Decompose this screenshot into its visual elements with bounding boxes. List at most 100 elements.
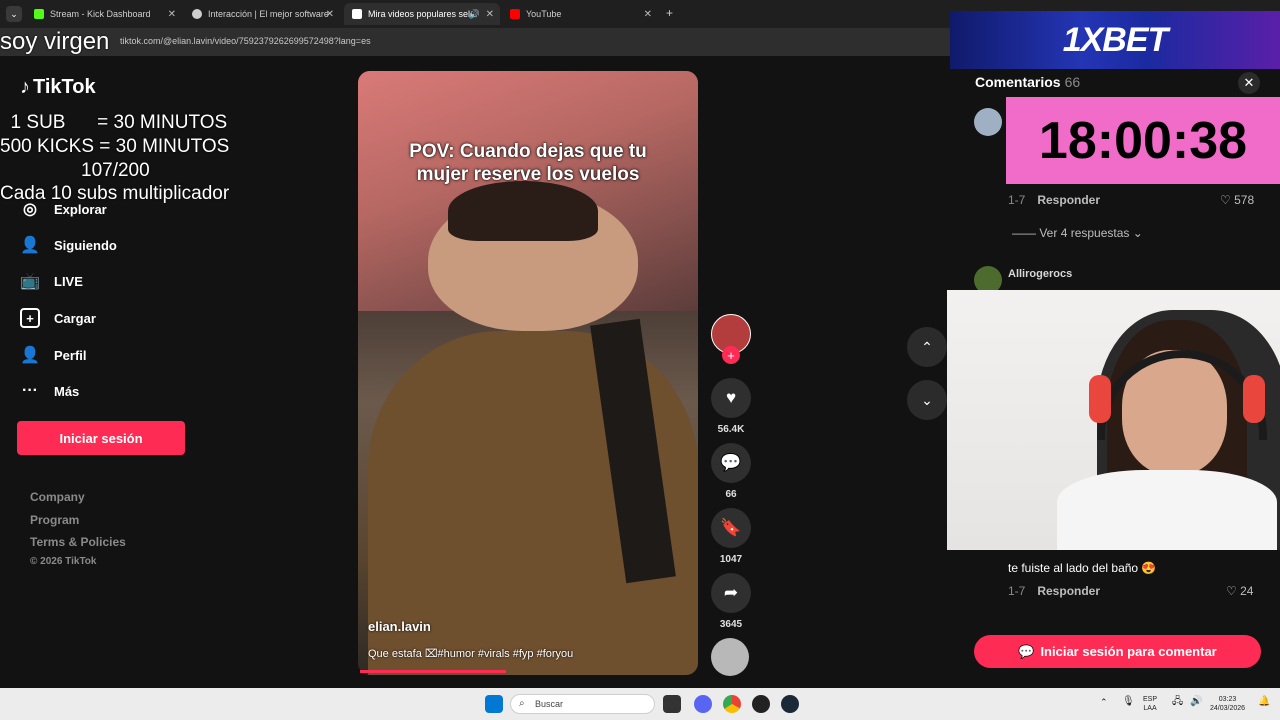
youtube-icon: [510, 9, 520, 19]
save-button[interactable]: 🔖: [711, 508, 751, 548]
share-button[interactable]: ➦: [711, 573, 751, 613]
sidebar-item-live[interactable]: 📺 LIVE: [20, 271, 83, 291]
tray-chevron-up-icon[interactable]: ⌃: [1100, 698, 1108, 707]
video-caption-line1: POV: Cuando dejas que tu: [409, 141, 647, 162]
copyright: © 2026 TikTok: [30, 556, 97, 567]
comments-title-text: Comentarios: [975, 74, 1061, 90]
network-icon[interactable]: 🖧: [1172, 697, 1183, 707]
tab-list-dropdown-icon[interactable]: ⌄: [6, 6, 22, 22]
obs-icon[interactable]: [752, 695, 770, 713]
tab-label: Interacción | El mejor software: [208, 9, 329, 19]
close-tab-icon[interactable]: ✕: [326, 9, 334, 20]
chevron-down-icon: ⌄: [921, 391, 933, 408]
upload-plus-icon: +: [20, 308, 40, 328]
audio-playing-icon[interactable]: 🔊: [469, 9, 480, 20]
reply-button[interactable]: Responder: [1037, 584, 1100, 598]
sidebar-item-perfil[interactable]: 👤 Perfil: [20, 345, 87, 365]
subathon-timer: 18:00:38: [1006, 97, 1280, 184]
like-count: 56.4K: [717, 424, 745, 435]
login-to-comment-label: Iniciar sesión para comentar: [1040, 644, 1217, 659]
sidebar-item-siguiendo[interactable]: 👤 Siguiendo: [20, 235, 117, 255]
new-tab-button[interactable]: +: [666, 6, 673, 20]
chrome-icon[interactable]: [723, 695, 741, 713]
comment-text: te fuiste al lado del baño 😍: [1008, 561, 1157, 575]
tab-kick-dashboard[interactable]: Stream - Kick Dashboard ✕: [26, 3, 182, 25]
tiktok-icon: [352, 9, 362, 19]
notification-bell-icon[interactable]: 🔔: [1258, 697, 1270, 707]
comment-like-count: 578: [1234, 193, 1255, 207]
discord-icon[interactable]: [694, 695, 712, 713]
overlay-multiplier: Cada 10 subs multiplicador: [0, 183, 230, 204]
sidebar-item-label: Más: [54, 383, 80, 399]
volume-icon[interactable]: 🔊: [1190, 697, 1202, 707]
bookmark-icon: 🔖: [720, 518, 742, 537]
comment-date: 1-7: [1008, 584, 1026, 598]
streamer-webcam: [947, 290, 1280, 550]
taskbar-search[interactable]: ⌕ Buscar: [510, 694, 655, 714]
tab-label: Stream - Kick Dashboard: [50, 9, 151, 19]
headphone-ear-left: [1089, 375, 1111, 423]
clock[interactable]: 03:23 24/03/2026: [1210, 695, 1245, 713]
sidebar-item-label: Perfil: [54, 347, 87, 363]
tiktok-logo[interactable]: ♪ TikTok: [20, 76, 96, 99]
overlay-goal-count: 107/200: [81, 160, 150, 181]
tab-interaccion[interactable]: Interacción | El mejor software ✕: [184, 3, 340, 25]
video-caption-line2: mujer reserve los vuelos: [416, 164, 640, 185]
close-tab-icon[interactable]: ✕: [486, 9, 494, 20]
login-button[interactable]: Iniciar sesión: [17, 421, 185, 455]
following-icon: 👤: [20, 237, 40, 254]
footer-link-company[interactable]: Company: [30, 490, 85, 504]
previous-video-button[interactable]: ⌃: [907, 327, 947, 367]
language-indicator[interactable]: ESP LAA: [1143, 695, 1157, 713]
sidebar-item-label: Cargar: [54, 310, 96, 326]
windows-start-icon[interactable]: [485, 695, 503, 713]
chevron-up-icon: ⌃: [921, 338, 933, 355]
video-player[interactable]: POV: Cuando dejas que tu mujer reserve l…: [358, 71, 698, 675]
comments-title: Comentarios 66: [975, 74, 1080, 90]
view-replies-button[interactable]: —— Ver 4 respuestas ⌄: [1012, 226, 1143, 240]
video-description: Que estafa ⌧#humor #virals #fyp #foryou: [368, 648, 574, 660]
next-video-button[interactable]: ⌄: [907, 380, 947, 420]
close-tab-icon[interactable]: ✕: [644, 9, 652, 20]
video-progress-bar[interactable]: [360, 670, 506, 673]
heart-icon: ♥: [725, 388, 737, 407]
comment-like[interactable]: ♡ 24: [1226, 584, 1253, 598]
url-text[interactable]: tiktok.com/@elian.lavin/video/7592379262…: [120, 36, 371, 46]
overlay-kicks-rule: 500 KICKS = 30 MINUTOS: [0, 136, 230, 157]
music-disc-avatar[interactable]: [711, 638, 749, 676]
globe-icon: [192, 9, 202, 19]
search-icon: ⌕: [519, 698, 525, 709]
steam-icon[interactable]: [781, 695, 799, 713]
like-button[interactable]: ♥: [711, 378, 751, 418]
footer-link-program[interactable]: Program: [30, 513, 79, 527]
logo-text: TikTok: [33, 76, 96, 98]
video-author[interactable]: elian.lavin: [368, 619, 431, 634]
tiktok-note-icon: ♪: [20, 76, 30, 98]
microphone-icon[interactable]: 🎙: [1122, 697, 1135, 707]
share-count: 3645: [719, 619, 743, 630]
reply-button[interactable]: Responder: [1037, 193, 1100, 207]
comment-button[interactable]: 💬: [711, 443, 751, 483]
comment-like[interactable]: ♡ 578: [1220, 193, 1254, 207]
overlay-title: soy virgen: [0, 28, 110, 55]
comment-username[interactable]: Allirogerocs: [1008, 268, 1072, 280]
comment-bubble-icon: 💬: [720, 453, 742, 472]
comment-avatar[interactable]: [974, 108, 1002, 136]
sidebar-item-cargar[interactable]: + Cargar: [20, 308, 96, 328]
footer-link-terms[interactable]: Terms & Policies: [30, 535, 126, 549]
login-to-comment-button[interactable]: 💬 Iniciar sesión para comentar: [974, 635, 1261, 668]
comment-like-count: 24: [1240, 584, 1254, 598]
close-comments-button[interactable]: ✕: [1238, 72, 1260, 94]
comment-meta: 1-7 Responder: [1008, 193, 1100, 207]
tab-youtube[interactable]: YouTube ✕: [502, 3, 658, 25]
sidebar-item-mas[interactable]: ··· Más: [20, 381, 79, 401]
follow-button[interactable]: +: [722, 346, 740, 364]
save-count: 1047: [719, 554, 743, 565]
sidebar-item-label: Siguiendo: [54, 237, 117, 253]
more-dots-icon: ···: [22, 382, 38, 399]
comment-count: 66: [725, 489, 737, 500]
tab-tiktok[interactable]: Mira videos populares sele 🔊 ✕: [344, 3, 500, 25]
task-view-icon[interactable]: [663, 695, 681, 713]
close-tab-icon[interactable]: ✕: [168, 9, 176, 20]
lang-bottom: LAA: [1143, 705, 1157, 712]
